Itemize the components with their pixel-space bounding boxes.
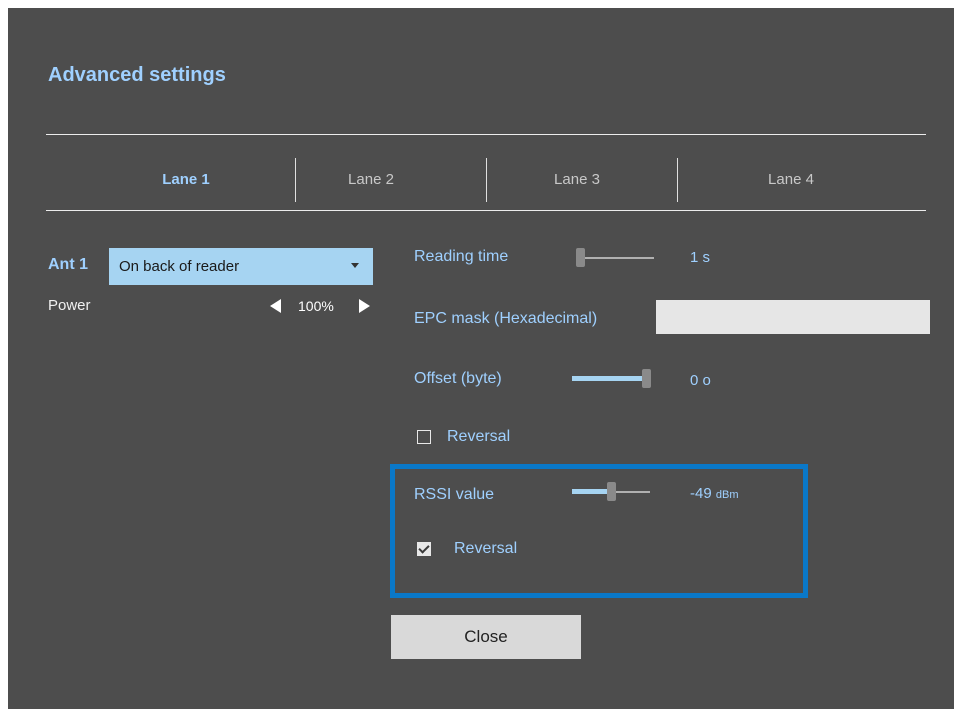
rssi-reversal-checkbox[interactable] xyxy=(417,542,431,556)
slider-thumb[interactable] xyxy=(607,482,616,501)
tab-lane-2[interactable]: Lane 2 xyxy=(276,158,466,202)
close-button[interactable]: Close xyxy=(391,615,581,659)
offset-label: Offset (byte) xyxy=(414,370,502,387)
dialog-title: Advanced settings xyxy=(48,64,226,86)
slider-fill xyxy=(572,489,611,494)
rssi-value-display: -49 dBm xyxy=(690,485,738,502)
slider-track xyxy=(576,257,654,259)
tab-lane-4[interactable]: Lane 4 xyxy=(696,158,886,202)
power-stepper: 100% xyxy=(270,296,380,316)
increase-power-icon[interactable] xyxy=(359,299,370,313)
decrease-power-icon[interactable] xyxy=(270,299,281,313)
slider-thumb[interactable] xyxy=(642,369,651,388)
lane-tabs: Lane 1 Lane 2 Lane 3 Lane 4 xyxy=(46,142,926,218)
offset-reversal-label: Reversal xyxy=(447,428,511,445)
rssi-slider[interactable] xyxy=(572,482,650,502)
rssi-unit: dBm xyxy=(715,489,739,501)
reading-time-slider[interactable] xyxy=(576,248,654,268)
antenna-label: Ant 1 xyxy=(48,256,88,273)
antenna-location-value: On back of reader xyxy=(119,258,240,275)
antenna-location-select[interactable]: On back of reader xyxy=(109,248,373,285)
slider-thumb[interactable] xyxy=(576,248,585,267)
advanced-settings-dialog: Advanced settings Lane 1 Lane 2 Lane 3 L… xyxy=(8,8,954,709)
power-label: Power xyxy=(48,297,91,314)
offset-reversal-checkbox[interactable] xyxy=(417,430,431,444)
offset-value: 0 o xyxy=(690,372,711,389)
offset-slider[interactable] xyxy=(572,369,651,389)
rssi-reversal-label: Reversal xyxy=(454,540,518,557)
epc-mask-input[interactable] xyxy=(656,300,930,334)
reading-time-label: Reading time xyxy=(414,248,509,265)
chevron-down-icon xyxy=(351,263,359,268)
tabs-top-divider xyxy=(46,134,926,135)
rssi-value: -49 xyxy=(690,485,712,502)
slider-fill xyxy=(572,376,646,381)
reading-time-value: 1 s xyxy=(690,249,711,266)
tabs-bottom-divider xyxy=(46,210,926,211)
tab-lane-1[interactable]: Lane 1 xyxy=(91,158,281,202)
rssi-label: RSSI value xyxy=(414,486,495,503)
tab-separator xyxy=(677,158,678,202)
power-value: 100% xyxy=(298,298,334,314)
epc-mask-label: EPC mask (Hexadecimal) xyxy=(414,310,598,327)
tab-lane-3[interactable]: Lane 3 xyxy=(482,158,672,202)
